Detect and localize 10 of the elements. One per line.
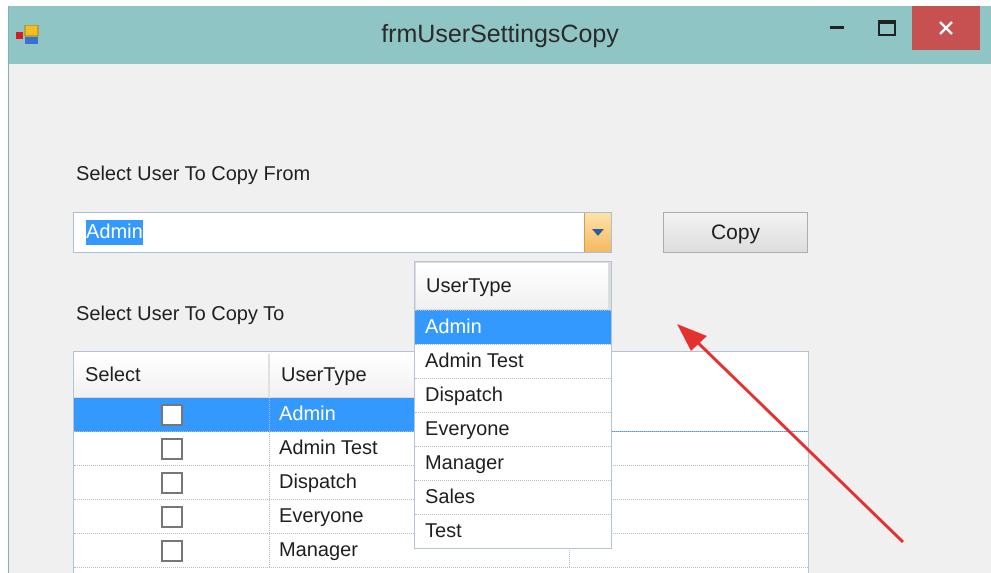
table-cell: Admin Test bbox=[279, 437, 378, 460]
field-label: Select User To Copy To bbox=[76, 303, 284, 326]
table-cell: Admin bbox=[279, 403, 336, 426]
window-title: frmUserSettingsCopy bbox=[381, 20, 619, 49]
table-cell: Dispatch bbox=[279, 471, 357, 494]
column-header: UserType bbox=[415, 262, 611, 310]
field-label: Select User To Copy From bbox=[76, 163, 310, 186]
selected-value: Admin bbox=[86, 220, 143, 245]
table-cell: Everyone bbox=[279, 505, 364, 528]
table-cell: Manager bbox=[279, 539, 358, 562]
